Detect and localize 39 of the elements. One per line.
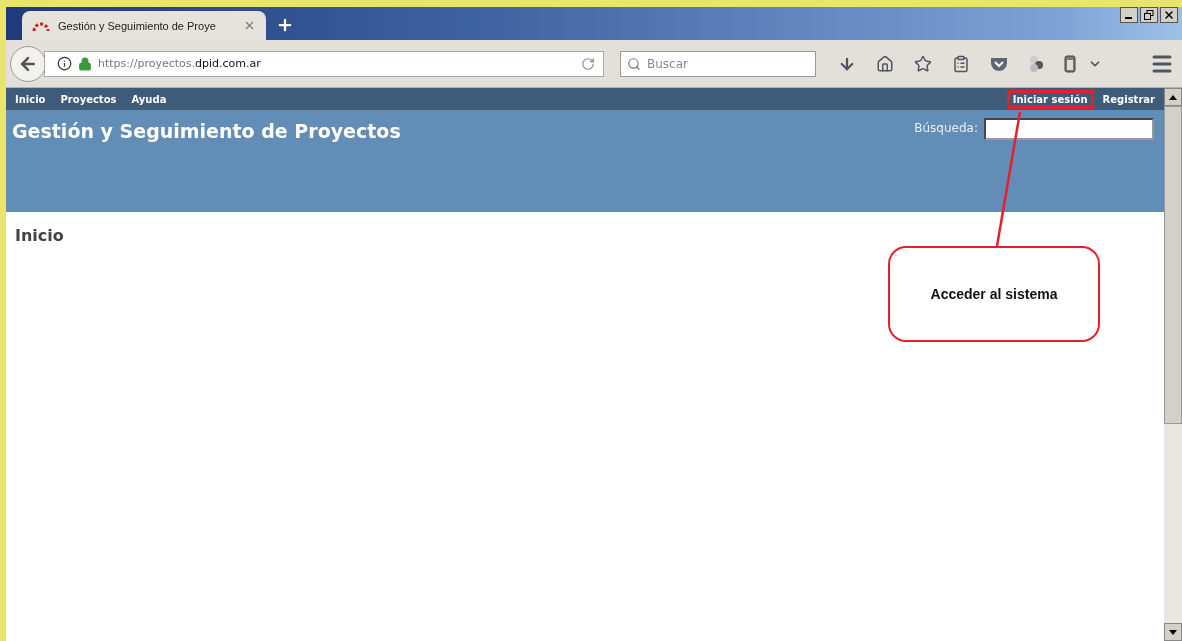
up-triangle-icon: [1169, 94, 1177, 100]
restore-button[interactable]: [1140, 7, 1158, 23]
new-tab-button[interactable]: [276, 16, 294, 34]
device-icon[interactable]: [1064, 54, 1076, 73]
search-icon: [627, 56, 641, 71]
nav-link[interactable]: Proyectos: [57, 92, 120, 106]
nav-link[interactable]: Inicio: [12, 92, 49, 106]
site-search-field[interactable]: [984, 118, 1154, 140]
back-button[interactable]: [10, 45, 46, 82]
home-icon[interactable]: [876, 54, 894, 73]
browser-tab[interactable]: Gestión y Seguimiento de Proye: [22, 11, 266, 40]
close-icon: [1163, 9, 1175, 21]
pocket-icon[interactable]: [990, 55, 1008, 72]
minimize-button[interactable]: [1120, 7, 1138, 23]
down-triangle-icon: [1169, 629, 1177, 635]
logo-icon: [32, 20, 50, 31]
search-label: Búsqueda:: [914, 121, 978, 135]
scroll-down-button[interactable]: [1164, 623, 1182, 641]
close-tab-icon[interactable]: [243, 19, 256, 32]
info-icon[interactable]: [57, 56, 72, 71]
nav-link[interactable]: Iniciar sesión: [1009, 92, 1091, 106]
scrollbar-thumb[interactable]: [1164, 106, 1182, 424]
url-field[interactable]: https://proyectos.dpid.com.ar: [44, 50, 604, 77]
bookmark-star-icon[interactable]: [914, 54, 932, 73]
close-button[interactable]: [1160, 7, 1178, 23]
site-title: Gestión y Seguimiento de Proyectos: [12, 120, 402, 142]
tab-title: Gestión y Seguimiento de Proye: [58, 19, 217, 32]
nav-link[interactable]: Registrar: [1099, 92, 1158, 106]
restore-icon: [1144, 10, 1154, 20]
lock-icon: [78, 56, 92, 71]
callout-text: Acceder al sistema: [930, 286, 1058, 302]
page-heading: Inicio: [15, 226, 65, 245]
search-field[interactable]: Buscar: [620, 50, 816, 77]
plus-icon: [276, 16, 294, 34]
balls-icon[interactable]: [1028, 54, 1044, 73]
clipboard-icon[interactable]: [952, 54, 970, 73]
scroll-up-button[interactable]: [1164, 88, 1182, 106]
reload-icon[interactable]: [581, 56, 595, 71]
nav-link[interactable]: Ayuda: [128, 92, 170, 106]
